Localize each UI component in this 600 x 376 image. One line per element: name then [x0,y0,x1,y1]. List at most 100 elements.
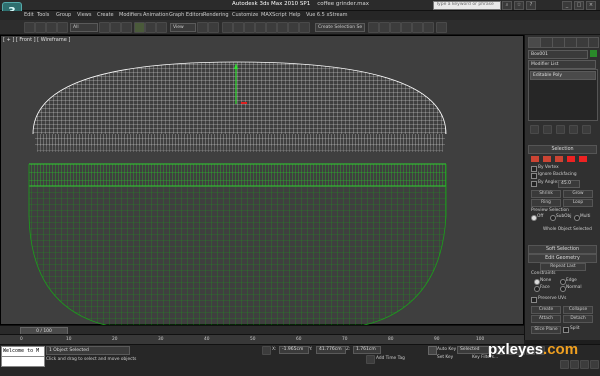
collapse-button[interactable]: Collapse [563,306,593,314]
zoom-icon[interactable] [560,360,569,369]
snaps-toggle-icon[interactable] [222,22,233,33]
menu-customize[interactable]: Customize [232,12,258,18]
key-mode-dropdown[interactable]: Selected [457,346,489,354]
search-input[interactable]: Type a keyword or phrase [433,1,501,10]
grow-button[interactable]: Grow [563,190,593,198]
attach-button[interactable]: Attach [531,315,561,323]
front-viewport[interactable] [0,35,524,326]
remove-modifier-icon[interactable] [569,125,578,134]
region-select-icon[interactable] [121,22,132,33]
lock-selection-icon[interactable] [262,346,271,355]
body-wireframe[interactable] [28,163,447,326]
by-angle-checkbox[interactable] [531,181,537,187]
select-and-rotate-icon[interactable] [145,22,156,33]
help-icon[interactable]: ? [526,1,536,10]
pivot-center-icon[interactable] [197,22,208,33]
slice-plane-button[interactable]: Slice Plane [531,326,561,334]
maximize-button[interactable]: □ [574,1,584,10]
element-mode-icon[interactable] [579,156,587,162]
minimize-button[interactable]: _ [562,1,572,10]
close-button[interactable]: × [586,1,596,10]
undo-icon[interactable] [24,22,35,33]
align-icon[interactable] [288,22,299,33]
loop-button[interactable]: Loop [563,199,593,207]
preserve-uvs-checkbox[interactable] [531,297,537,303]
link-icon[interactable] [46,22,57,33]
select-object-icon[interactable] [99,22,110,33]
render-teapot-icon[interactable] [436,22,447,33]
ring-button[interactable]: Ring [531,199,561,207]
polygon-mode-icon[interactable] [567,156,575,162]
detach-button[interactable]: Detach [563,315,593,323]
selection-rollout-header[interactable]: Selection [528,145,597,154]
menu-help[interactable]: Help [289,12,300,18]
material-editor-icon[interactable] [390,22,401,33]
spinner-snap-icon[interactable] [255,22,266,33]
edge-mode-icon[interactable] [543,156,551,162]
select-by-name-icon[interactable] [110,22,121,33]
named-selection-sets-dropdown[interactable]: Create Selection Se [315,23,365,32]
repeat-last-button[interactable]: Repeat Last [540,263,586,271]
menu-modifiers[interactable]: Modifiers [119,12,142,18]
ignore-backfacing-checkbox[interactable] [531,173,537,179]
border-mode-icon[interactable] [555,156,563,162]
modifier-list-dropdown[interactable]: Modifier List [528,60,596,69]
communication-center-icon[interactable]: ☆ [514,1,524,10]
configure-modifier-sets-icon[interactable] [582,125,591,134]
select-and-move-icon[interactable] [134,22,145,33]
utilities-tab-icon[interactable] [588,37,599,48]
show-end-result-icon[interactable] [543,125,552,134]
search-binoculars-icon[interactable]: ⌕ [502,1,512,10]
zoom-all-icon[interactable] [570,360,579,369]
unlink-icon[interactable] [57,22,68,33]
percent-snap-icon[interactable] [244,22,255,33]
pan-icon[interactable] [580,360,589,369]
key-icon[interactable] [428,346,437,355]
create-button[interactable]: Create [531,306,561,314]
maxscript-output[interactable] [1,356,45,367]
y-coordinate-field[interactable]: 41.776cm [316,346,346,354]
schematic-view-icon[interactable] [379,22,390,33]
menu-vue-xstream[interactable]: Vue 6.5 xStream [306,12,348,18]
vertex-mode-icon[interactable] [531,156,539,162]
menu-create[interactable]: Create [97,12,114,18]
object-color-swatch[interactable] [590,50,597,57]
menu-views[interactable]: Views [77,12,91,18]
object-name-field[interactable]: Box001 [528,50,588,59]
curve-editor-icon[interactable] [368,22,379,33]
auto-key-button[interactable]: Auto Key [437,347,456,352]
menu-tools[interactable]: Tools [37,12,49,18]
redo-icon[interactable] [35,22,46,33]
x-coordinate-field[interactable]: -1.965cm [279,346,309,354]
add-time-tag-button[interactable]: Add Time Tag [376,356,405,361]
split-checkbox[interactable] [563,327,569,333]
set-key-button[interactable]: Set Key [437,355,453,360]
soft-selection-rollout-header[interactable]: Soft Selection [528,245,597,254]
menu-edit[interactable]: Edit [24,12,34,18]
manipulate-icon[interactable] [208,22,219,33]
viewport-label[interactable]: [ + ] [ Front ] [ Wireframe ] [3,37,70,43]
orbit-icon[interactable] [590,360,599,369]
reference-coordinate-dropdown[interactable]: View [170,23,196,32]
menu-group[interactable]: Group [56,12,71,18]
render-production-icon[interactable] [423,22,434,33]
menu-maxscript[interactable]: MAXScript [261,12,287,18]
stack-item-editable-poly[interactable]: Editable Poly [530,71,596,80]
mirror-icon[interactable] [277,22,288,33]
menu-graph-editors[interactable]: Graph Editors [169,12,203,18]
time-tag-icon[interactable] [366,355,375,364]
rendered-frame-window-icon[interactable] [412,22,423,33]
pin-stack-icon[interactable] [530,125,539,134]
angle-spinner[interactable]: 45.0 [558,180,580,188]
by-vertex-checkbox[interactable] [531,166,537,172]
z-coordinate-field[interactable]: 1.761cm [353,346,381,354]
angle-snap-icon[interactable] [233,22,244,33]
menu-animation[interactable]: Animation [143,12,169,18]
menu-rendering[interactable]: Rendering [203,12,229,18]
edit-geometry-rollout-header[interactable]: Edit Geometry [528,254,597,263]
make-unique-icon[interactable] [556,125,565,134]
layer-manager-icon[interactable] [299,22,310,33]
edit-named-selection-icon[interactable] [266,22,277,33]
selection-filter-dropdown[interactable]: All [70,23,98,32]
render-setup-icon[interactable] [401,22,412,33]
